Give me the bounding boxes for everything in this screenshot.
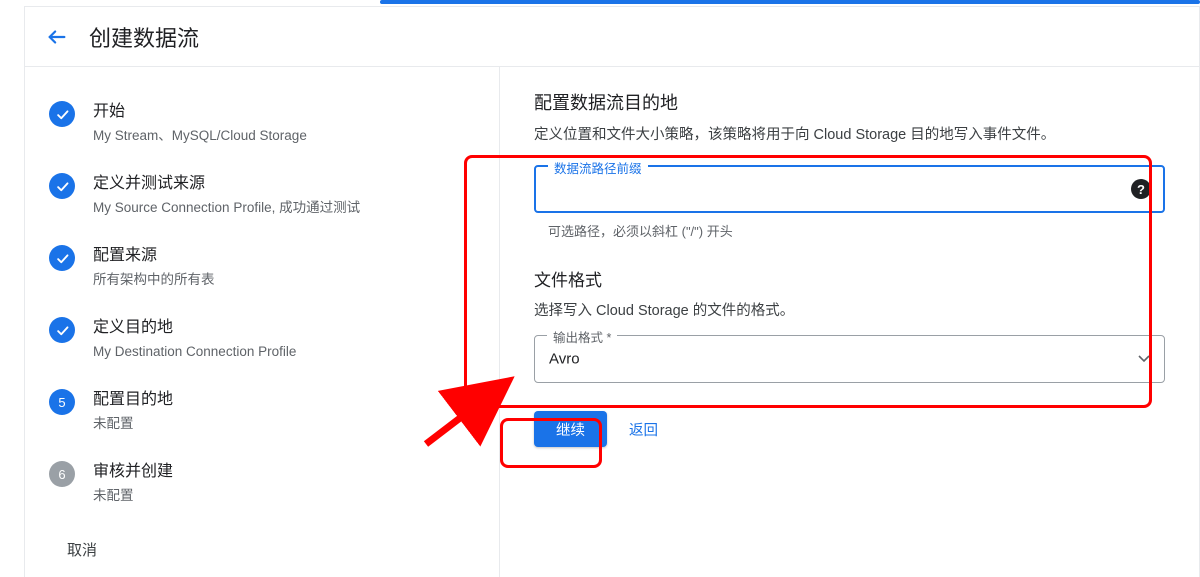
step-number-badge: 5 [49,389,75,415]
continue-button[interactable]: 继续 [534,411,607,447]
section-title: 配置数据流目的地 [534,89,1165,115]
step-number-badge: 6 [49,461,75,487]
file-format-section: 文件格式 选择写入 Cloud Storage 的文件的格式。 输出格式 * A… [534,266,1165,383]
step-review-create[interactable]: 6 审核并创建 未配置 [49,447,475,519]
button-row: 继续 返回 [534,411,1165,447]
page-title: 创建数据流 [89,21,199,53]
step-define-source[interactable]: 定义并测试来源 My Source Connection Profile, 成功… [49,159,475,231]
subsection-title: 文件格式 [534,266,1165,291]
chevron-down-icon [1138,350,1150,368]
step-title: 审核并创建 [93,461,173,483]
back-button[interactable]: 返回 [629,419,658,440]
check-icon [49,173,75,199]
subsection-desc: 选择写入 Cloud Storage 的文件的格式。 [534,301,1165,321]
stepper-pane: 开始 My Stream、MySQL/Cloud Storage 定义并测试来源… [25,67,500,577]
step-configure-source[interactable]: 配置来源 所有架构中的所有表 [49,231,475,303]
field-label: 输出格式 * [547,327,617,346]
step-sub: 未配置 [93,487,173,505]
step-title: 配置来源 [93,245,215,267]
step-title: 配置目的地 [93,389,173,411]
field-label: 数据流路径前缀 [548,158,648,177]
form-pane: 配置数据流目的地 定义位置和文件大小策略，该策略将用于向 Cloud Stora… [500,67,1199,577]
stepper: 开始 My Stream、MySQL/Cloud Storage 定义并测试来源… [49,87,475,519]
check-icon [49,101,75,127]
step-sub: My Stream、MySQL/Cloud Storage [93,127,307,145]
help-icon[interactable]: ? [1131,179,1151,199]
step-title: 定义并测试来源 [93,173,360,195]
page-card: 创建数据流 开始 My Stream、MySQL/Cloud Storage [24,6,1200,577]
helper-text: 可选路径，必须以斜杠 ("/") 开头 [548,221,1165,240]
check-icon [49,317,75,343]
output-format-field: 输出格式 * Avro [534,335,1165,383]
step-define-destination[interactable]: 定义目的地 My Destination Connection Profile [49,303,475,375]
cancel-button[interactable]: 取消 [67,539,97,560]
output-format-select[interactable]: 输出格式 * Avro [534,335,1165,383]
step-configure-destination[interactable]: 5 配置目的地 未配置 [49,375,475,447]
section-desc: 定义位置和文件大小策略，该策略将用于向 Cloud Storage 目的地写入事… [534,125,1165,145]
path-prefix-field: 数据流路径前缀 ? 可选路径，必须以斜杠 ("/") 开头 [534,165,1165,240]
check-icon [49,245,75,271]
step-sub: 所有架构中的所有表 [93,271,215,289]
step-sub: My Source Connection Profile, 成功通过测试 [93,199,360,217]
page-header: 创建数据流 [25,7,1199,67]
app-root: 创建数据流 开始 My Stream、MySQL/Cloud Storage [0,0,1200,577]
back-arrow-icon[interactable] [45,25,69,49]
path-prefix-input-wrap: 数据流路径前缀 ? [534,165,1165,213]
step-sub: My Destination Connection Profile [93,343,296,361]
select-value: Avro [549,351,580,368]
body: 开始 My Stream、MySQL/Cloud Storage 定义并测试来源… [25,67,1199,577]
browser-top-accent [380,0,1200,4]
step-sub: 未配置 [93,415,173,433]
step-title: 开始 [93,101,307,123]
step-title: 定义目的地 [93,317,296,339]
step-start[interactable]: 开始 My Stream、MySQL/Cloud Storage [49,87,475,159]
